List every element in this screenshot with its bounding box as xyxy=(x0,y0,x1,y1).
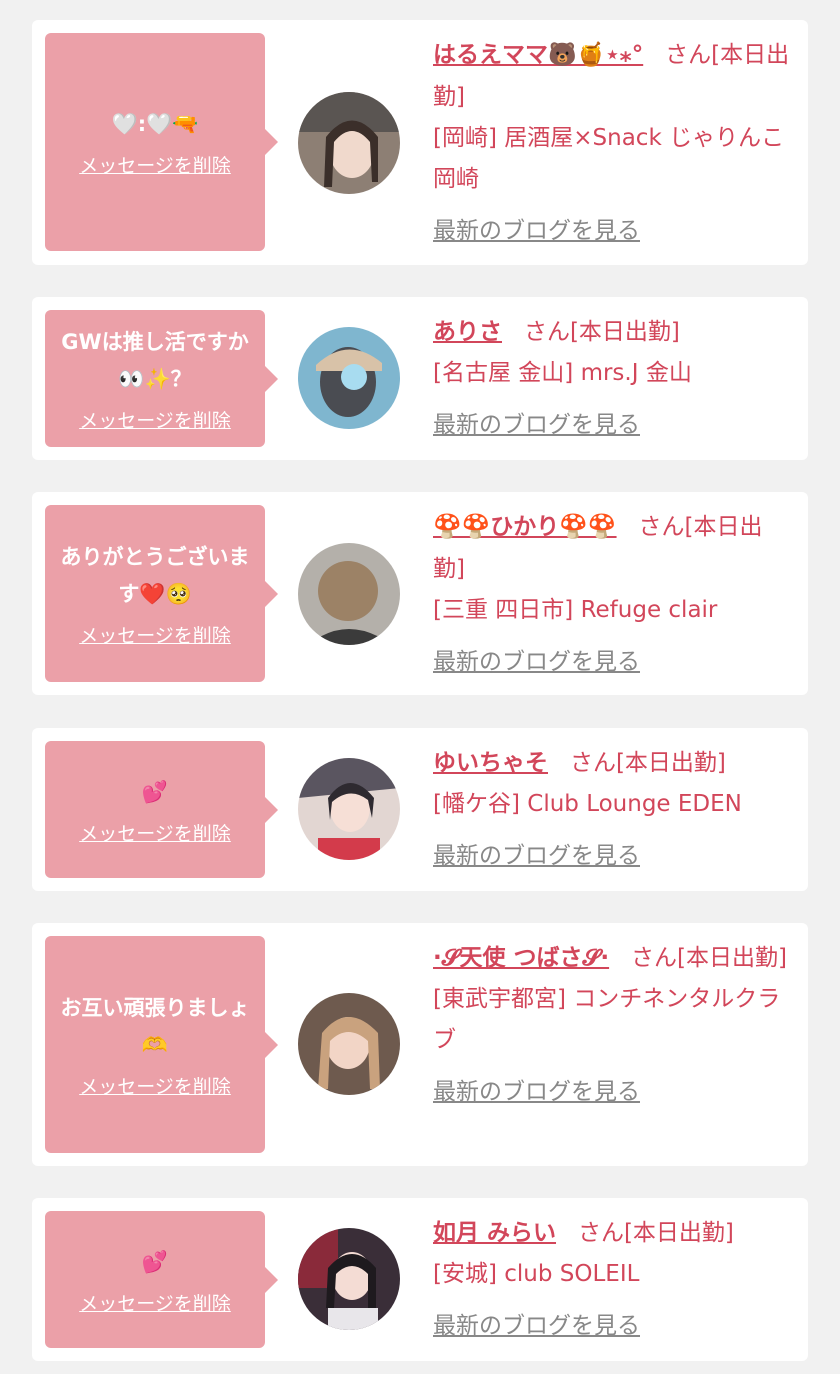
message-text: 💕 xyxy=(141,1249,169,1274)
message-list: 🤍:🤍🔫 メッセージを削除 はるえママ🐻🍯⋆⁎° さん[本日出勤] [岡崎] 居… xyxy=(0,0,840,1374)
message-bubble: 💕 メッセージを削除 xyxy=(45,1211,278,1348)
shop-name: [東武宇都宮] コンチネンタルクラブ xyxy=(433,986,781,1053)
message-bubble: 💕 メッセージを削除 xyxy=(45,741,278,878)
message-card: 💕 メッセージを削除 如月 みらい さん[本日出勤] [安城] club SOL… xyxy=(32,1198,808,1361)
delete-message-link[interactable]: メッセージを削除 xyxy=(79,151,231,178)
view-blog-link[interactable]: 最新のブログを見る xyxy=(433,408,793,442)
message-card: ありがとうございます❤️🥺 メッセージを削除 🍄🍄ひかり🍄🍄 さん[本日出勤] … xyxy=(32,492,808,695)
view-blog-link[interactable]: 最新のブログを見る xyxy=(433,214,793,248)
view-blog-link[interactable]: 最新のブログを見る xyxy=(433,1075,793,1109)
avatar[interactable] xyxy=(298,993,400,1095)
attendance-status: さん[本日出勤] xyxy=(577,1220,734,1246)
message-text: 💕 xyxy=(141,779,169,804)
message-card: GWは推し活ですか👀✨？ メッセージを削除 ありさ さん[本日出勤] [名古屋 … xyxy=(32,297,808,460)
delete-message-link[interactable]: メッセージを削除 xyxy=(79,621,231,648)
card-info: 🍄🍄ひかり🍄🍄 さん[本日出勤] [三重 四日市] Refuge clair 最… xyxy=(433,506,793,679)
delete-message-link[interactable]: メッセージを削除 xyxy=(79,1072,231,1099)
girl-name-link[interactable]: ありさ xyxy=(433,319,502,345)
girl-name-link[interactable]: 如月 みらい xyxy=(433,1220,556,1246)
girl-name-link[interactable]: 🍄🍄ひかり🍄🍄 xyxy=(433,514,617,540)
delete-message-link[interactable]: メッセージを削除 xyxy=(79,1289,231,1316)
message-bubble: お互い頑張りましょ🫶 メッセージを削除 xyxy=(45,936,278,1153)
card-info: 如月 みらい さん[本日出勤] [安城] club SOLEIL 最新のブログを… xyxy=(433,1212,793,1343)
shop-name: [三重 四日市] Refuge clair xyxy=(433,597,718,623)
delete-message-link[interactable]: メッセージを削除 xyxy=(79,406,231,433)
message-bubble: GWは推し活ですか👀✨？ メッセージを削除 xyxy=(45,310,278,447)
card-info: ゆいちゃそ さん[本日出勤] [幡ケ谷] Club Lounge EDEN 最新… xyxy=(433,742,793,873)
avatar[interactable] xyxy=(298,92,400,194)
delete-message-link[interactable]: メッセージを削除 xyxy=(79,819,231,846)
message-card: 💕 メッセージを削除 ゆいちゃそ さん[本日出勤] [幡ケ谷] Club Lou… xyxy=(32,728,808,891)
card-info: はるえママ🐻🍯⋆⁎° さん[本日出勤] [岡崎] 居酒屋×Snack じゃりんこ… xyxy=(433,34,793,248)
girl-name-link[interactable]: はるえママ🐻🍯⋆⁎° xyxy=(433,42,643,68)
message-bubble: ありがとうございます❤️🥺 メッセージを削除 xyxy=(45,505,278,682)
avatar[interactable] xyxy=(298,758,400,860)
message-text: ありがとうございます❤️🥺 xyxy=(60,545,250,606)
attendance-status: さん[本日出勤] xyxy=(523,319,680,345)
message-text: 🤍:🤍🔫 xyxy=(111,112,199,136)
shop-name: [安城] club SOLEIL xyxy=(433,1261,640,1287)
shop-name: [幡ケ谷] Club Lounge EDEN xyxy=(433,791,742,817)
message-bubble: 🤍:🤍🔫 メッセージを削除 xyxy=(45,33,278,251)
message-card: 🤍:🤍🔫 メッセージを削除 はるえママ🐻🍯⋆⁎° さん[本日出勤] [岡崎] 居… xyxy=(32,20,808,265)
avatar[interactable] xyxy=(298,327,400,429)
shop-name: [岡崎] 居酒屋×Snack じゃりんこ岡崎 xyxy=(433,125,785,192)
avatar[interactable] xyxy=(298,543,400,645)
avatar[interactable] xyxy=(298,1228,400,1330)
message-card: お互い頑張りましょ🫶 メッセージを削除 ·𝓢天使 つばさ𝓢· さん[本日出勤] … xyxy=(32,923,808,1166)
message-text: GWは推し活ですか👀✨？ xyxy=(61,330,249,391)
attendance-status: さん[本日出勤] xyxy=(631,945,787,971)
attendance-status: さん[本日出勤] xyxy=(569,750,726,776)
girl-name-link[interactable]: ゆいちゃそ xyxy=(433,750,548,776)
shop-name: [名古屋 金山] mrs.J 金山 xyxy=(433,360,692,386)
card-info: ·𝓢天使 つばさ𝓢· さん[本日出勤] [東武宇都宮] コンチネンタルクラブ 最… xyxy=(433,937,793,1109)
girl-name-link[interactable]: ·𝓢天使 つばさ𝓢· xyxy=(433,945,609,971)
card-info: ありさ さん[本日出勤] [名古屋 金山] mrs.J 金山 最新のブログを見る xyxy=(433,311,793,442)
view-blog-link[interactable]: 最新のブログを見る xyxy=(433,1309,793,1343)
view-blog-link[interactable]: 最新のブログを見る xyxy=(433,645,793,679)
view-blog-link[interactable]: 最新のブログを見る xyxy=(433,839,793,873)
message-text: お互い頑張りましょ🫶 xyxy=(60,996,250,1057)
